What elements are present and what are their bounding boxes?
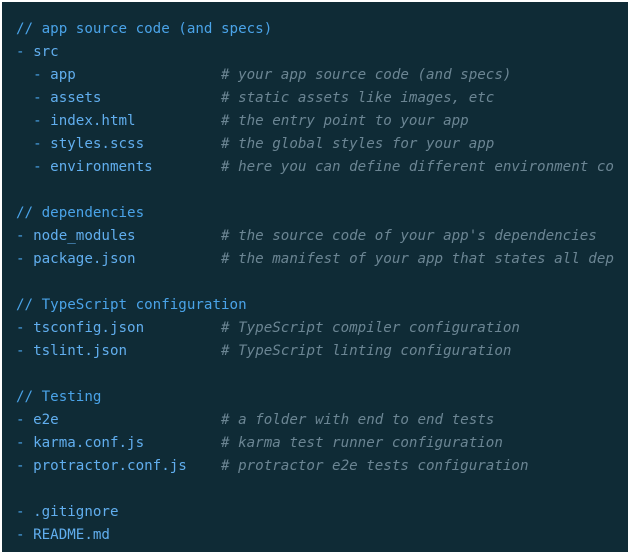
tree-dash: - — [16, 527, 34, 543]
tree-item: - environments # here you can define dif… — [16, 156, 614, 179]
tree-dash: - — [16, 504, 34, 520]
tree-item-name: karma.conf.js — [33, 435, 145, 451]
tree-dash: - — [16, 159, 51, 175]
tree-item-comment: # your app source code (and specs) — [221, 67, 512, 83]
tree-item-comment: # TypeScript compiler configuration — [221, 320, 520, 336]
tree-item-comment: # the entry point to your app — [221, 113, 469, 129]
tree-item-name: styles.scss — [50, 136, 145, 152]
tree-item-comment: # a folder with end to end tests — [221, 412, 495, 428]
tree-item-comment: # TypeScript linting configuration — [221, 343, 512, 359]
code-block: // app source code (and specs) - src - ap… — [16, 18, 614, 547]
tree-dash: - — [16, 343, 34, 359]
tree-dash: - — [16, 113, 51, 129]
tree-dash: - — [16, 320, 34, 336]
section-comment: // dependencies — [16, 202, 614, 225]
tree-dash: - — [16, 136, 51, 152]
tree-item-name: package.json — [33, 251, 136, 267]
tree-item: - .gitignore — [16, 501, 614, 524]
tree-item-comment: # the source code of your app's dependen… — [221, 228, 597, 244]
tree-item-name: tsconfig.json — [33, 320, 145, 336]
tree-item-name: environments — [50, 159, 153, 175]
tree-item-comment: # the global styles for your app — [221, 136, 495, 152]
tree-item-comment: # static assets like images, etc — [221, 90, 495, 106]
tree-dash: - — [16, 251, 34, 267]
tree-item-name: e2e — [33, 412, 59, 428]
tree-item: - node_modules # the source code of your… — [16, 225, 614, 248]
tree-item-name: protractor.conf.js — [33, 458, 187, 474]
tree-item-name: src — [33, 44, 59, 60]
tree-item: - package.json # the manifest of your ap… — [16, 248, 614, 271]
tree-item: - app # your app source code (and specs) — [16, 64, 614, 87]
tree-dash: - — [16, 435, 34, 451]
tree-item-name: app — [50, 67, 76, 83]
comment-text: // app source code (and specs) — [16, 21, 273, 37]
tree-item: - protractor.conf.js # protractor e2e te… — [16, 455, 614, 478]
tree-dash: - — [16, 228, 34, 244]
section-comment: // TypeScript configuration — [16, 294, 614, 317]
tree-item-comment: # karma test runner configuration — [221, 435, 503, 451]
tree-item: - assets # static assets like images, et… — [16, 87, 614, 110]
tree-item: - index.html # the entry point to your a… — [16, 110, 614, 133]
tree-item-name: node_modules — [33, 228, 136, 244]
tree-dash: - — [16, 67, 51, 83]
tree-item-name: .gitignore — [33, 504, 119, 520]
tree-item: - tslint.json # TypeScript linting confi… — [16, 340, 614, 363]
tree-item-name: README.md — [33, 527, 110, 543]
tree-item-comment: # protractor e2e tests configuration — [221, 458, 529, 474]
code-panel: // app source code (and specs) - src - ap… — [2, 2, 628, 552]
tree-item: - src — [16, 41, 614, 64]
comment-text: // TypeScript configuration — [16, 297, 247, 313]
tree-item: - karma.conf.js # karma test runner conf… — [16, 432, 614, 455]
tree-item-name: assets — [50, 90, 102, 106]
tree-item: - README.md — [16, 524, 614, 547]
tree-dash: - — [16, 412, 34, 428]
tree-item-comment: # the manifest of your app that states a… — [221, 251, 614, 267]
section-comment: // Testing — [16, 386, 614, 409]
tree-item: - e2e # a folder with end to end tests — [16, 409, 614, 432]
tree-item-comment: # here you can define different environm… — [221, 159, 614, 175]
tree-dash: - — [16, 458, 34, 474]
comment-text: // Testing — [16, 389, 102, 405]
tree-item: - tsconfig.json # TypeScript compiler co… — [16, 317, 614, 340]
tree-item-name: index.html — [50, 113, 136, 129]
section-comment: // app source code (and specs) — [16, 18, 614, 41]
tree-dash: - — [16, 90, 51, 106]
tree-item: - styles.scss # the global styles for yo… — [16, 133, 614, 156]
comment-text: // dependencies — [16, 205, 145, 221]
tree-dash: - — [16, 44, 34, 60]
tree-item-name: tslint.json — [33, 343, 128, 359]
